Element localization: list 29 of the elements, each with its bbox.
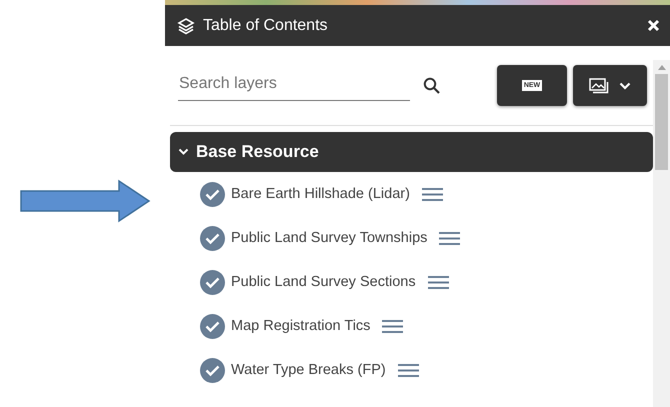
layer-checkbox[interactable] — [200, 182, 225, 206]
scroll-up-icon[interactable] — [658, 65, 666, 70]
menu-icon[interactable] — [382, 318, 404, 334]
menu-icon[interactable] — [398, 362, 419, 378]
layer-checkbox[interactable] — [200, 358, 225, 382]
close-icon — [647, 19, 660, 32]
panel-title: Table of Contents — [203, 16, 329, 34]
layers-icon — [177, 16, 195, 34]
layer-name: Bare Earth Hillshade (Lidar) — [231, 186, 410, 202]
image-icon — [589, 78, 609, 94]
layer-name: Public Land Survey Sections — [231, 274, 416, 290]
layer-checkbox[interactable] — [200, 226, 225, 250]
basemap-dropdown-button[interactable] — [573, 65, 647, 106]
right-arrow-icon — [19, 179, 151, 223]
scrollbar[interactable] — [653, 60, 670, 407]
caret-icon — [619, 82, 631, 90]
menu-icon[interactable] — [428, 274, 449, 290]
layer-checkbox[interactable] — [200, 314, 225, 338]
layer-checkbox[interactable] — [200, 270, 225, 294]
layer-name: Public Land Survey Townships — [231, 230, 428, 246]
layer-name: Map Registration Tics — [231, 318, 370, 334]
layer-group-header[interactable]: Base Resource — [170, 132, 653, 172]
close-button[interactable] — [645, 17, 662, 34]
layer-name: Water Type Breaks (FP) — [231, 362, 386, 378]
chevron-icon — [178, 148, 189, 156]
menu-icon[interactable] — [439, 230, 460, 246]
search-icon — [423, 76, 441, 94]
scroll-thumb[interactable] — [655, 74, 668, 170]
menu-icon[interactable] — [422, 186, 443, 202]
